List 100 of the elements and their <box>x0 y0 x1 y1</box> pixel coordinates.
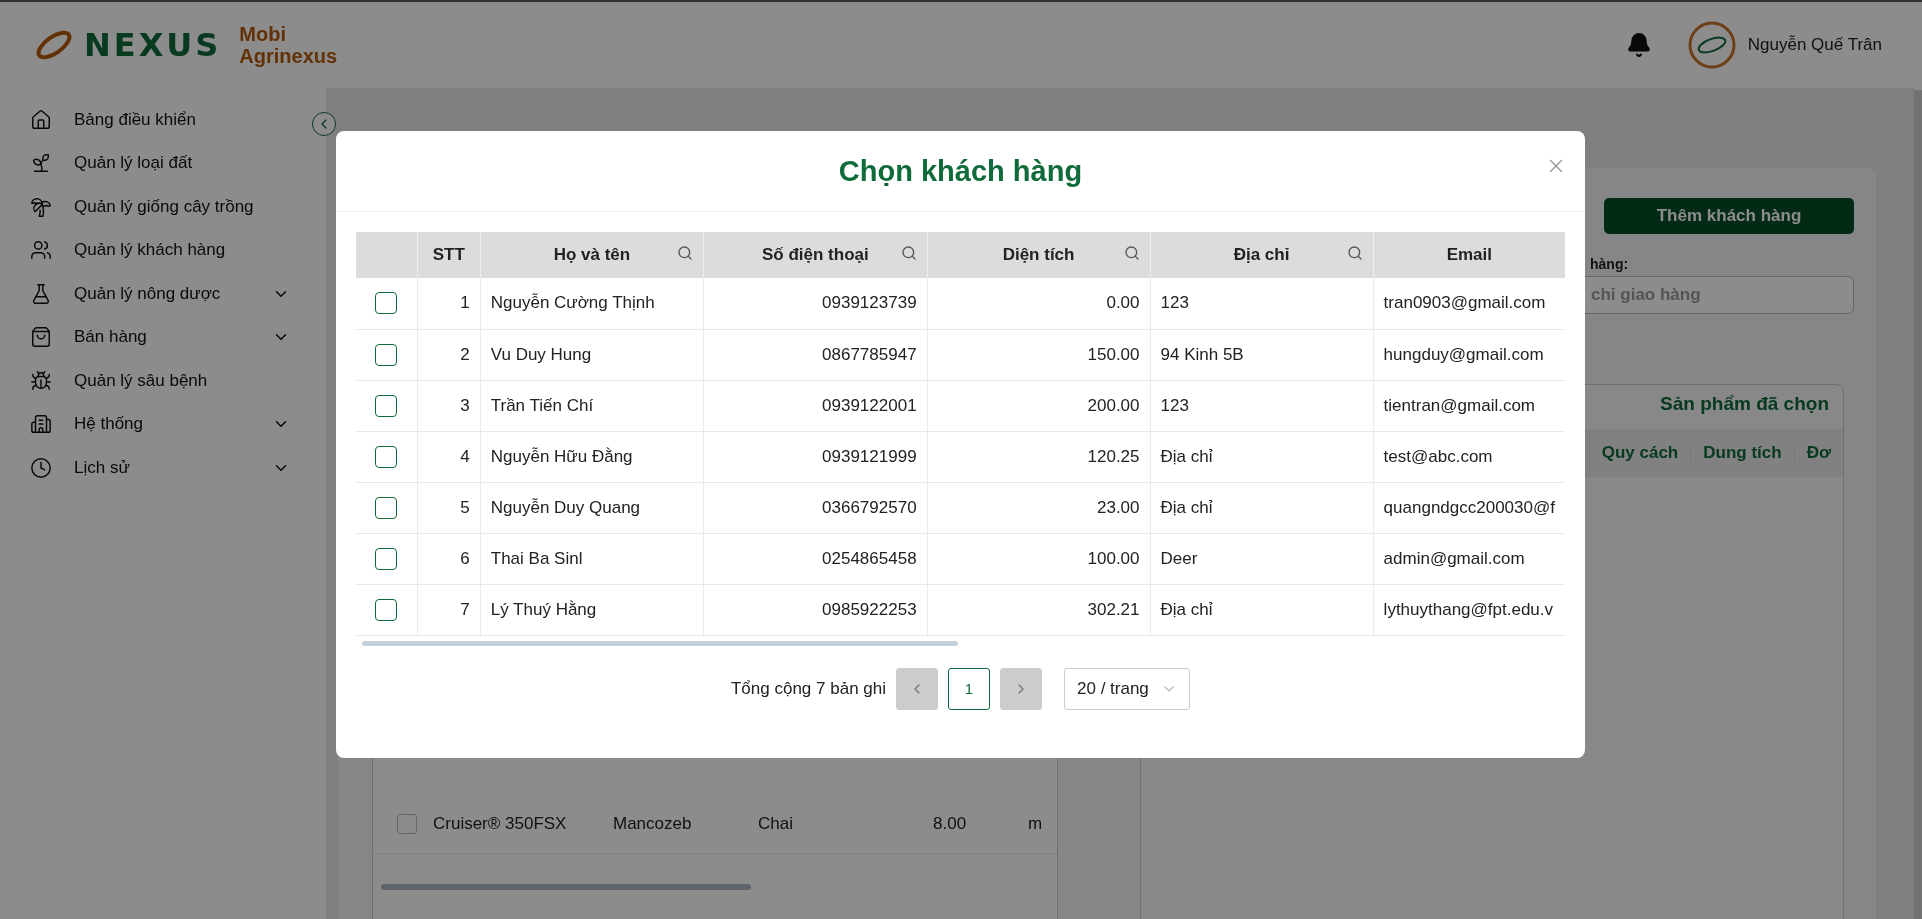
column-header[interactable]: Địa chỉ <box>1150 232 1374 278</box>
checkbox[interactable] <box>375 547 398 570</box>
sidebar-label: Lịch sử <box>74 457 131 478</box>
table-cell: 0939122001 <box>703 380 928 431</box>
column-header[interactable]: STT <box>417 232 481 278</box>
table-cell: 200.00 <box>927 380 1150 431</box>
sidebar-label: Quản lý giống cây trồng <box>74 196 255 217</box>
table-cell: test@abc.com <box>1373 431 1565 482</box>
sidebar-item[interactable]: Bán hàng <box>0 315 306 359</box>
avatar[interactable] <box>1687 21 1736 69</box>
table-cell: 94 Kinh 5B <box>1150 329 1374 380</box>
search-icon[interactable] <box>677 245 694 261</box>
search-icon[interactable] <box>900 245 917 261</box>
search-icon[interactable] <box>1346 245 1363 261</box>
sidebar-item[interactable]: Bảng điều khiển <box>0 98 306 142</box>
column-header[interactable]: Diện tích <box>927 232 1150 278</box>
table-cell: 123 <box>1150 380 1374 431</box>
table-cell: 0939121999 <box>703 431 928 482</box>
sidebar-label: Bảng điều khiển <box>74 109 197 130</box>
sidebar-label: Hệ thống <box>74 414 144 435</box>
sidebar-label: Quản lý loại đất <box>74 153 194 174</box>
panel-title: Sản phẩm đã chọn <box>1660 393 1829 416</box>
table-cell: lythuythang@fpt.edu.v <box>1373 584 1565 635</box>
checkbox[interactable] <box>375 292 398 315</box>
table-cell: 123 <box>1150 278 1374 329</box>
brand-name: Mobi <box>239 23 287 45</box>
page-button[interactable]: 1 <box>948 667 990 710</box>
sidebar-item[interactable]: Lịch sử <box>0 446 306 490</box>
table-cell: 6 <box>417 533 481 584</box>
checkbox[interactable] <box>375 598 398 621</box>
bug-icon <box>30 369 52 392</box>
column-header: Quy cách <box>1588 443 1691 463</box>
column-header[interactable]: Số điện thoại <box>703 232 928 278</box>
sidebar-item[interactable]: Quản lý giống cây trồng <box>0 185 306 229</box>
table-cell: 0939123739 <box>703 278 928 329</box>
table-cell: 0254865458 <box>703 533 928 584</box>
column-header[interactable]: Email <box>1373 232 1565 278</box>
scrollbar[interactable] <box>362 640 958 646</box>
table-cell: Vu Duy Hung <box>480 329 704 380</box>
table-cell: 120.25 <box>927 431 1150 482</box>
table-cell: 150.00 <box>927 329 1150 380</box>
sidebar-label: Quản lý nông dược <box>74 283 222 304</box>
table-cell: Nguyễn Duy Quang <box>480 482 704 533</box>
table-cell: 100.00 <box>927 533 1150 584</box>
add-customer-button[interactable]: Thêm khách hàng <box>1604 198 1854 234</box>
sidebar-item[interactable]: Quản lý khách hàng <box>0 228 306 272</box>
table-cell: 3 <box>417 380 481 431</box>
table-cell: quangndgcc200030@f <box>1373 482 1565 533</box>
checkbox[interactable] <box>397 813 417 834</box>
table-cell-text: Mancozeb <box>613 813 693 834</box>
table-cell: 23.00 <box>927 482 1150 533</box>
checkbox[interactable] <box>375 394 398 417</box>
field-label: hàng: <box>1590 256 1629 272</box>
collapse-button[interactable] <box>312 112 336 136</box>
sidebar-item[interactable]: Quản lý sâu bệnh <box>0 359 306 403</box>
sidebar-item[interactable]: Hệ thống <box>0 402 306 446</box>
logo-text: NEXUS <box>84 26 222 64</box>
table-cell: Lý Thuý Hằng <box>480 584 704 635</box>
table-cell: tientran@gmail.com <box>1373 380 1565 431</box>
table-cell: 2 <box>417 329 481 380</box>
table-cell: admin@gmail.com <box>1373 533 1565 584</box>
checkbox[interactable] <box>375 496 398 519</box>
sidebar-item[interactable]: Quản lý nông dược <box>0 272 306 316</box>
sidebar-item[interactable]: Quản lý loại đất <box>0 141 306 185</box>
dialog-title: Chọn khách hàng <box>838 154 1083 188</box>
users-icon <box>30 239 52 262</box>
table-cell: 0867785947 <box>703 329 928 380</box>
table-cell: Nguyễn Cường Thịnh <box>480 278 704 329</box>
user-name: Nguyễn Quế Trân <box>1747 35 1882 55</box>
table-cell: Trần Tiến Chí <box>480 380 704 431</box>
checkbox[interactable] <box>375 445 398 468</box>
palm-tree-icon <box>30 195 52 218</box>
table-cell: Địa chỉ <box>1150 482 1374 533</box>
scrollbar[interactable] <box>1914 90 1922 919</box>
flask-icon <box>30 282 52 305</box>
table-cell: 0366792570 <box>703 482 928 533</box>
sidebar-label: Quản lý sâu bệnh <box>74 370 209 391</box>
sprout-icon <box>30 152 52 175</box>
brand-name: Agrinexus <box>239 45 338 67</box>
bell-icon[interactable] <box>1625 32 1652 58</box>
clock-icon <box>30 456 52 479</box>
scrollbar[interactable] <box>381 884 751 890</box>
building-icon <box>30 413 52 436</box>
page-size-select[interactable]: 20 / trang <box>1064 667 1190 710</box>
search-icon[interactable] <box>1123 245 1140 261</box>
table-cell: 0985922253 <box>703 584 928 635</box>
table-cell: Nguyễn Hữu Đằng <box>480 431 704 482</box>
table-cell: 4 <box>417 431 481 482</box>
table-cell-text: Chai <box>758 813 794 834</box>
column-header[interactable]: Họ và tên <box>480 232 704 278</box>
table-cell: hungduy@gmail.com <box>1373 329 1565 380</box>
table-cell: Deer <box>1150 533 1374 584</box>
table-cell: Thai Ba Sinl <box>480 533 704 584</box>
table-cell: tran0903@gmail.com <box>1373 278 1565 329</box>
checkbox[interactable] <box>375 343 398 366</box>
table-cell: 0.00 <box>927 278 1150 329</box>
table-cell-text: Cruiser® 350FSX <box>433 813 568 834</box>
column-header: Dung tích <box>1690 443 1794 463</box>
table-cell: 7 <box>417 584 481 635</box>
table-cell: 302.21 <box>927 584 1150 635</box>
